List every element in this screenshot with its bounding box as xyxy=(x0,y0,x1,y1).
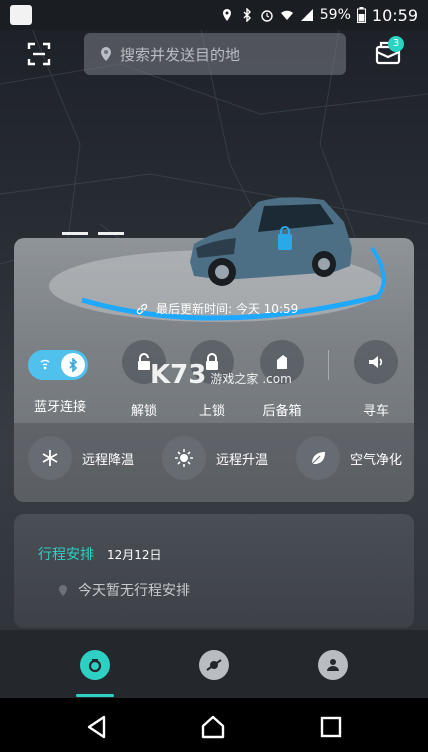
remote-heat-button[interactable]: 远程升温 xyxy=(162,436,268,480)
message-badge: 3 xyxy=(388,36,404,52)
watermark-brand: K73 xyxy=(150,360,207,390)
last-update-row: 最后更新时间: 今天 10:59 xyxy=(136,300,298,317)
clock: 10:59 xyxy=(371,5,418,25)
page-indicator-dash xyxy=(98,232,124,235)
recents-icon[interactable] xyxy=(318,714,344,740)
status-bar: 59% 10:59 xyxy=(0,0,428,30)
notification-app-icon xyxy=(10,5,32,25)
profile-icon xyxy=(327,659,339,671)
tab-profile[interactable] xyxy=(318,650,348,680)
remote-cool-label: 远程降温 xyxy=(82,452,135,468)
air-purify-label: 空气净化 xyxy=(350,452,403,468)
last-update-text: 最后更新时间: 今天 10:59 xyxy=(156,302,299,316)
control-divider xyxy=(328,350,329,380)
battery-percent: 59% xyxy=(319,7,351,23)
leaf-icon xyxy=(311,452,325,465)
watermark: K73 游戏之家 .com xyxy=(150,360,292,390)
scan-icon[interactable] xyxy=(24,40,54,68)
signal-waves-icon xyxy=(40,359,50,370)
air-purify-button[interactable]: 空气净化 xyxy=(296,436,402,480)
sun-icon xyxy=(175,449,193,467)
android-nav-bar xyxy=(0,698,428,752)
remote-cool-button[interactable]: 远程降温 xyxy=(28,436,134,480)
trunk-label: 后备箱 xyxy=(262,404,302,419)
active-tab-indicator xyxy=(76,694,114,697)
climate-controls: 远程降温 远程升温 空气净化 xyxy=(14,436,414,486)
location-pin-icon xyxy=(59,584,67,596)
trip-empty-text: 今天暂无行程安排 xyxy=(78,583,190,599)
home-icon[interactable] xyxy=(200,714,226,740)
tab-drive[interactable] xyxy=(80,650,110,680)
location-pin-icon xyxy=(101,47,111,61)
car-image xyxy=(190,197,352,286)
bluetooth-icon xyxy=(243,8,251,22)
bluetooth-label: 蓝牙连接 xyxy=(34,400,87,415)
top-bar: 搜索并发送目的地 3 xyxy=(0,30,428,78)
page-indicator-dash xyxy=(62,232,88,235)
signal-icon xyxy=(300,9,313,21)
bluetooth-icon xyxy=(69,358,78,372)
find-car-label: 寻车 xyxy=(362,404,389,419)
link-icon xyxy=(136,303,148,314)
trip-empty-row: 今天暂无行程安排 xyxy=(58,580,190,600)
drive-icon xyxy=(88,659,102,673)
trip-card[interactable]: 行程安排 12月12日 今天暂无行程安排 xyxy=(14,514,414,628)
search-placeholder: 搜索并发送目的地 xyxy=(120,45,241,64)
remote-heat-label: 远程升温 xyxy=(216,452,269,468)
snowflake-icon xyxy=(42,450,58,466)
alarm-icon xyxy=(261,10,273,22)
bluetooth-knob xyxy=(61,353,85,377)
find-car-button[interactable]: 寻车 xyxy=(346,340,406,419)
battery-icon xyxy=(356,7,366,23)
bluetooth-toggle[interactable] xyxy=(28,350,88,380)
tab-discover[interactable] xyxy=(199,650,229,680)
discover-icon xyxy=(206,659,222,671)
search-bar[interactable]: 搜索并发送目的地 xyxy=(84,33,346,75)
watermark-domain: .com xyxy=(262,372,292,386)
bottom-tab-bar xyxy=(0,630,428,698)
back-icon[interactable] xyxy=(84,714,110,740)
unlock-label: 解锁 xyxy=(130,404,157,419)
watermark-sub: 游戏之家 xyxy=(210,372,259,386)
speaker-icon xyxy=(369,356,383,368)
app-screen: 59% 10:59 搜索并发送目的地 3 最后更新时间: 今天 10:59 蓝牙… xyxy=(0,0,428,752)
trip-date: 12月12日 xyxy=(107,548,162,562)
location-icon xyxy=(222,9,231,21)
wifi-icon xyxy=(280,10,293,20)
trip-title: 行程安排 xyxy=(38,547,94,563)
lock-label: 上锁 xyxy=(198,404,225,419)
